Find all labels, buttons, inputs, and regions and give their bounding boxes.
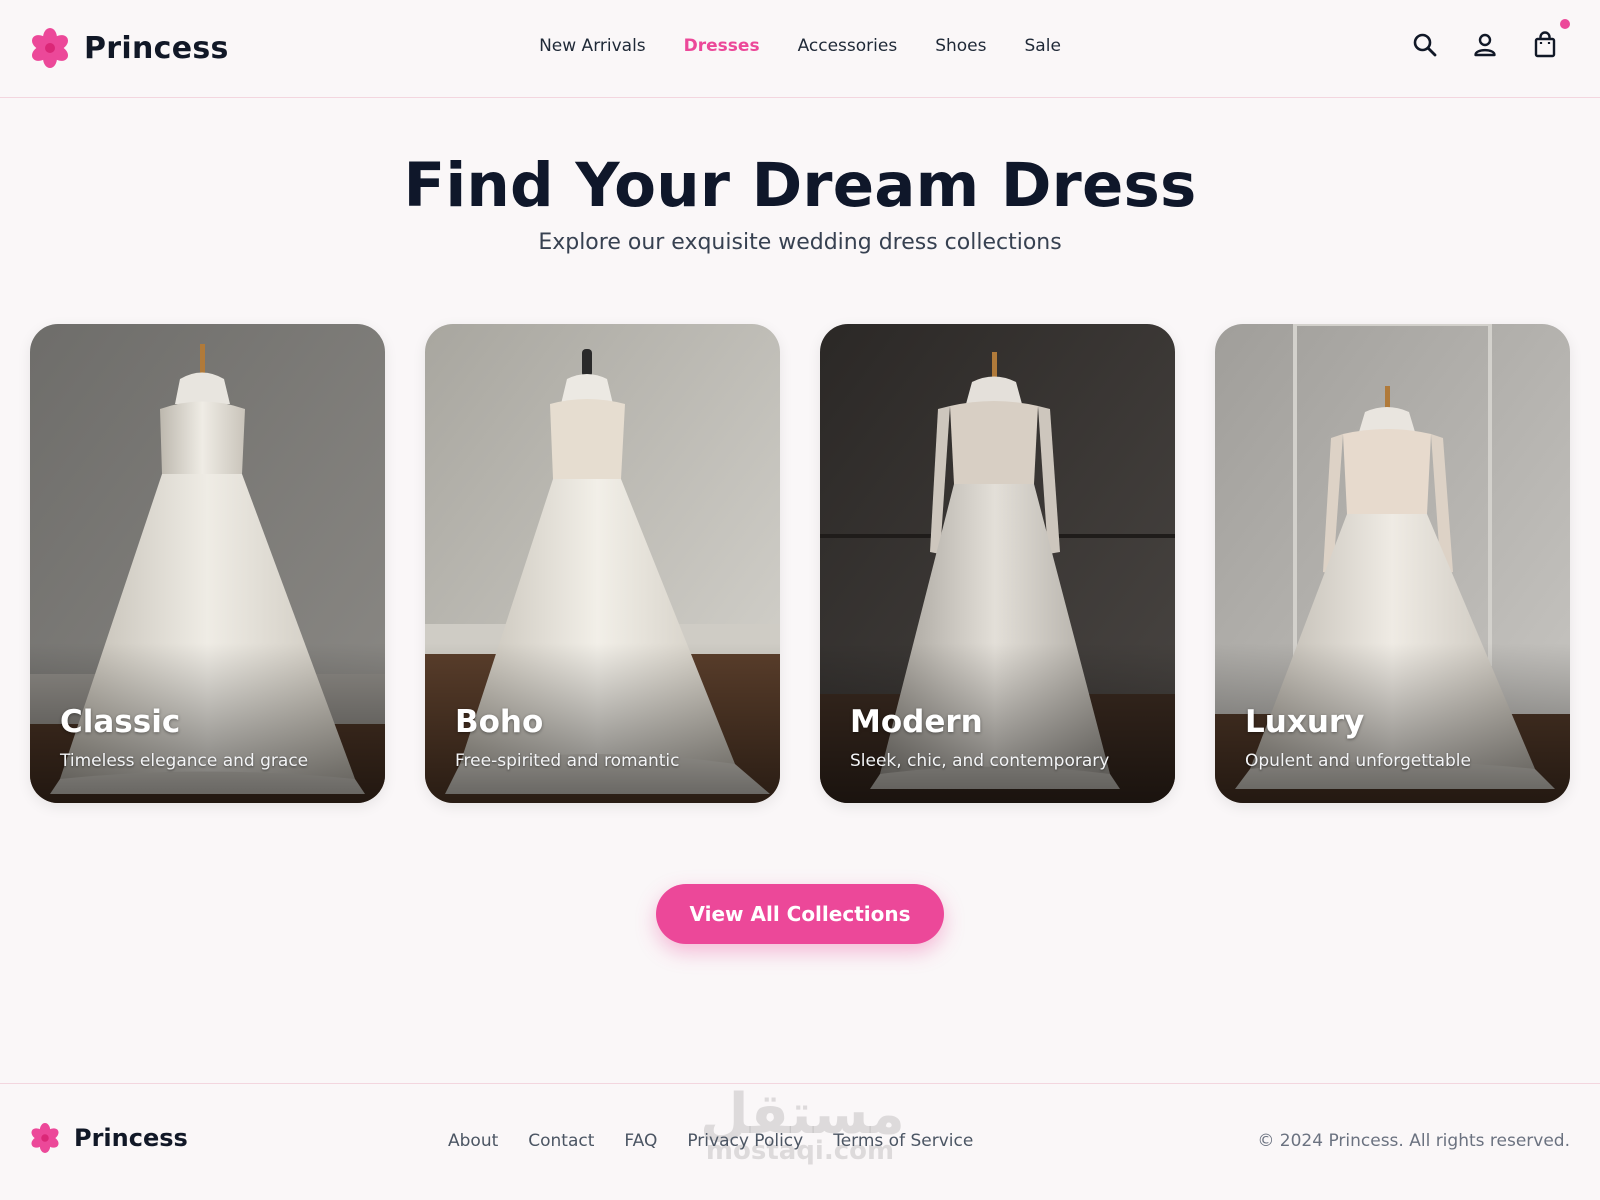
nav-accessories[interactable]: Accessories [798,36,898,56]
account-button[interactable] [1470,30,1500,60]
search-icon [1413,33,1437,57]
collection-description: Opulent and unforgettable [1245,751,1471,771]
footer-brand-logo[interactable]: Princess [30,1123,188,1153]
view-all-collections-button[interactable]: View All Collections [656,884,944,944]
footer-link-faq[interactable]: FAQ [624,1131,657,1151]
collection-title: Boho [455,704,544,740]
nav-sale[interactable]: Sale [1025,36,1061,56]
nav-new-arrivals[interactable]: New Arrivals [539,36,646,56]
footer-links: About Contact FAQ Privacy Policy Terms o… [448,1131,1003,1151]
copyright: © 2024 Princess. All rights reserved. [1257,1131,1570,1151]
collection-title: Classic [60,704,181,740]
cart-button[interactable] [1530,30,1560,60]
search-button[interactable] [1410,30,1440,60]
collection-card-luxury[interactable]: Luxury Opulent and unforgettable [1215,324,1570,803]
shopping-bag-icon [1534,31,1556,58]
footer-link-privacy[interactable]: Privacy Policy [687,1131,803,1151]
cart-badge-dot [1560,19,1570,29]
main-nav: New Arrivals Dresses Accessories Shoes S… [0,36,1600,56]
collection-card-boho[interactable]: Boho Free-spirited and romantic [425,324,780,803]
collection-description: Timeless elegance and grace [60,751,309,771]
footer-brand-name: Princess [74,1124,188,1152]
flower-logo-icon [31,1123,59,1153]
nav-shoes[interactable]: Shoes [935,36,986,56]
footer-link-terms[interactable]: Terms of Service [833,1131,973,1151]
watermark: مستقل mostaqi.com [700,1084,905,1165]
page-subtitle: Explore our exquisite wedding dress coll… [538,230,1062,255]
page-title: Find Your Dream Dress [403,150,1197,221]
site-footer: Princess مستقل mostaqi.com About Contact… [0,1083,1600,1200]
site-header: Princess New Arrivals Dresses Accessorie… [0,0,1600,98]
collection-title: Luxury [1245,704,1365,740]
collection-card-modern[interactable]: Modern Sleek, chic, and contemporary [820,324,1175,803]
collection-description: Sleek, chic, and contemporary [850,751,1110,771]
footer-link-about[interactable]: About [448,1131,498,1151]
collection-description: Free-spirited and romantic [455,751,680,771]
collection-card-classic[interactable]: Classic Timeless elegance and grace [30,324,385,803]
nav-dresses[interactable]: Dresses [684,36,760,56]
footer-link-contact[interactable]: Contact [528,1131,594,1151]
user-icon [1474,33,1496,57]
collection-title: Modern [850,704,983,740]
